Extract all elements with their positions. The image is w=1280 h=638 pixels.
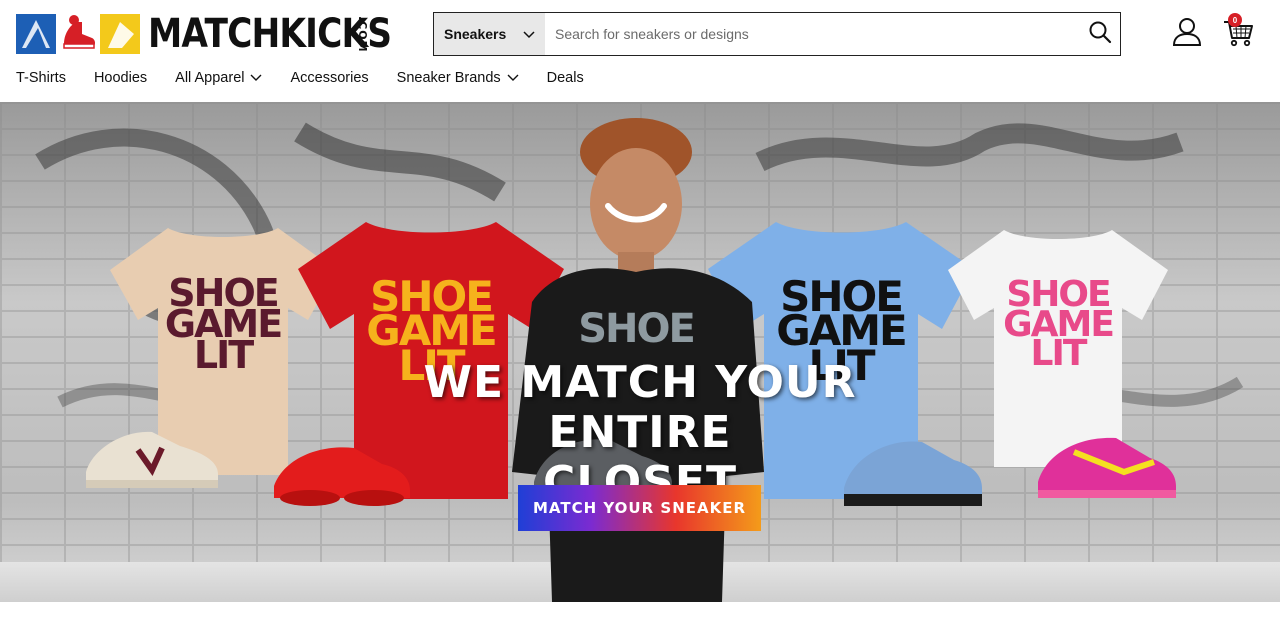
cart-button[interactable]: 0 bbox=[1222, 13, 1254, 48]
logo-wordmark: MATCHKICKS bbox=[148, 11, 392, 57]
nav-item-hoodies[interactable]: Hoodies bbox=[94, 70, 147, 86]
nav-item-label: Hoodies bbox=[93, 70, 148, 86]
nav-item-accessories[interactable]: Accessories bbox=[290, 70, 368, 86]
sneaker-cream bbox=[86, 431, 218, 488]
logo-yellow-tile bbox=[100, 14, 140, 54]
chevron-down-icon bbox=[523, 26, 535, 42]
svg-text:SHOE: SHOE bbox=[578, 306, 694, 352]
cart-count-badge: 0 bbox=[1228, 13, 1242, 27]
user-icon bbox=[1172, 16, 1202, 51]
search-category-select[interactable]: Sneakers bbox=[434, 13, 545, 55]
sneaker-pink bbox=[1038, 437, 1176, 498]
search-icon bbox=[1088, 20, 1112, 49]
logo-sneaker-tile bbox=[58, 14, 98, 54]
main-nav: T-Shirts Hoodies All Apparel Accessories… bbox=[16, 68, 612, 88]
chevron-down-icon bbox=[507, 74, 519, 82]
nav-item-label: Accessories bbox=[290, 70, 369, 86]
nav-item-sneaker-brands[interactable]: Sneaker Brands bbox=[397, 70, 519, 86]
hero-title-line1: WE MATCH YOUR ENTIRE bbox=[423, 357, 857, 458]
search-input[interactable] bbox=[545, 13, 1080, 55]
nav-item-t-shirts[interactable]: T-Shirts bbox=[16, 70, 66, 86]
match-your-sneaker-button[interactable]: MATCH YOUR SNEAKER bbox=[518, 485, 761, 531]
logo-tiles bbox=[16, 14, 140, 54]
hero-banner: SHOE GAME LIT SHOE GAME LIT SHOE GAME LIT SHOE… bbox=[0, 102, 1280, 602]
logo-com: .COM bbox=[356, 16, 369, 53]
nav-item-label: Deals bbox=[546, 70, 584, 86]
account-button[interactable] bbox=[1170, 16, 1204, 50]
nav-item-label: Sneaker Brands bbox=[396, 70, 501, 86]
nav-item-label: All Apparel bbox=[175, 70, 245, 86]
site-header: MATCHKICKS .COM Sneakers Search for snea… bbox=[0, 0, 1280, 102]
cart-icon bbox=[1222, 21, 1254, 52]
tshirt-graphic: SHOE GAME LIT bbox=[1003, 274, 1115, 375]
search-button[interactable] bbox=[1080, 13, 1120, 55]
nav-item-all-apparel[interactable]: All Apparel bbox=[175, 70, 262, 86]
search-category-label: Sneakers bbox=[444, 26, 507, 42]
search-bar: Sneakers bbox=[433, 12, 1121, 56]
nav-item-label: T-Shirts bbox=[16, 70, 66, 86]
nav-item-deals[interactable]: Deals bbox=[547, 70, 584, 86]
logo-blue-tile bbox=[16, 14, 56, 54]
chevron-down-icon bbox=[250, 74, 262, 82]
